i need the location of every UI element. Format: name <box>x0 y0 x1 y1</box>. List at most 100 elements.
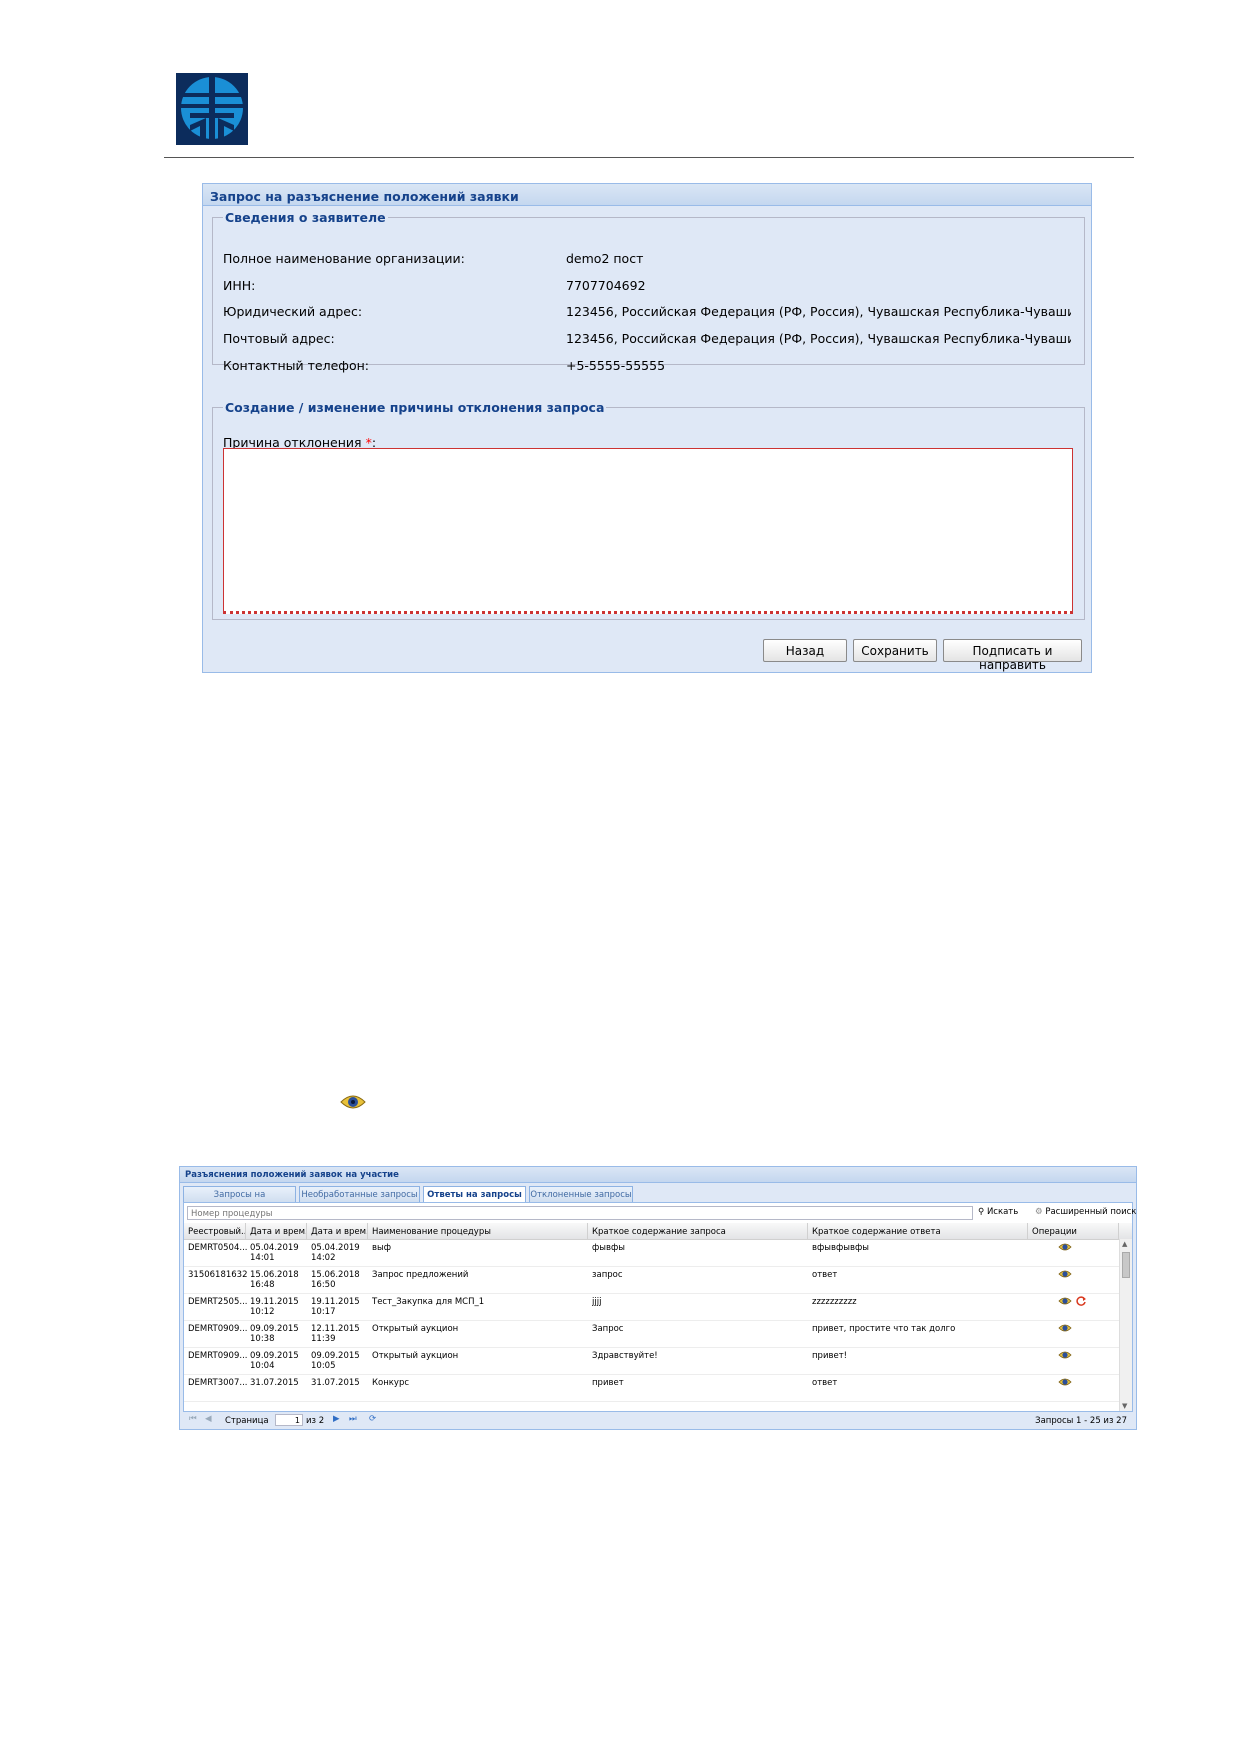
tab-clarification-requests[interactable]: Запросы на разъяснение <box>183 1186 296 1210</box>
grid-scrollbar[interactable]: ▲ ▼ <box>1119 1239 1132 1411</box>
table-cell-name: Открытый аукцион <box>372 1324 458 1334</box>
page-number-input[interactable] <box>275 1414 303 1426</box>
cell-text: zzzzzzzzzz <box>812 1297 857 1307</box>
cell-text: ответ <box>812 1270 838 1280</box>
table-cell-name: Открытый аукцион <box>372 1351 458 1361</box>
search-button[interactable]: ⚲ Искать <box>978 1207 1018 1217</box>
field-label: Юридический адрес: <box>223 304 363 319</box>
rejection-reason-textarea[interactable] <box>223 448 1073 614</box>
clarification-request-panel: Запрос на разъяснение положений заявки С… <box>202 183 1092 673</box>
advanced-search-label: Расширенный поиск <box>1045 1207 1137 1217</box>
table-row[interactable]: DEMRT0909... 09.09.2015 10:04 09.09.2015 10:… <box>184 1347 1119 1375</box>
table-cell-name: Тест_Закупка для МСП_1 <box>372 1297 484 1307</box>
cell-text: 09.09.2015 <box>311 1351 360 1361</box>
applicant-info-fieldset: Сведения о заявителе Полное наименование… <box>212 210 1085 373</box>
table-cell-d2: 31.07.2015 <box>311 1378 360 1388</box>
row-operations <box>1058 1242 1074 1255</box>
grid-column-headers: Реестровый... Дата и врем... Дата и врем… <box>184 1223 1132 1240</box>
table-cell-d2: 05.04.2019 14:02 <box>311 1243 360 1263</box>
eye-icon[interactable] <box>1058 1350 1072 1360</box>
row-operations <box>1058 1323 1074 1336</box>
cell-text: DEMRT0504... <box>188 1243 248 1253</box>
cell-time: 10:12 <box>250 1307 275 1317</box>
cell-text: jjjj <box>592 1297 602 1307</box>
table-cell-id: DEMRT2505... <box>188 1297 247 1307</box>
eye-icon[interactable] <box>1058 1323 1072 1333</box>
grid-body: ⚲ Искать ⚙ Расширенный поиск Реестровый.… <box>183 1202 1136 1412</box>
table-cell-d2: 12.11.2015 11:39 <box>311 1324 360 1344</box>
field-label: Полное наименование организации: <box>223 251 465 266</box>
table-row[interactable]: DEMRT0504... 05.04.2019 14:01 05.04.2019 14:… <box>184 1239 1119 1267</box>
table-cell-request: Здравствуйте! <box>592 1351 658 1361</box>
row-operations <box>1058 1296 1090 1309</box>
field-value: 7707704692 <box>566 278 646 293</box>
tab-request-answers[interactable]: Ответы на запросы <box>423 1186 526 1203</box>
tab-unprocessed-requests[interactable]: Необработанные запросы <box>299 1186 420 1202</box>
cell-time: 10:17 <box>311 1307 336 1317</box>
eye-icon[interactable] <box>1058 1377 1072 1387</box>
cell-text: ответ <box>812 1378 838 1388</box>
eye-icon[interactable] <box>1058 1242 1072 1252</box>
row-operations <box>1058 1350 1074 1363</box>
table-cell-d1: 05.04.2019 14:01 <box>250 1243 299 1263</box>
col-header-request-summary[interactable]: Краткое содержание запроса <box>588 1223 808 1239</box>
first-page-icon[interactable]: ⏮ <box>189 1414 197 1424</box>
applicant-info-legend: Сведения о заявителе <box>225 210 386 225</box>
eye-icon[interactable] <box>1058 1296 1072 1306</box>
refresh-icon[interactable] <box>1074 1296 1088 1306</box>
col-header-operations[interactable]: Операции <box>1028 1223 1119 1239</box>
table-cell-name: Запрос предложений <box>372 1270 468 1280</box>
table-cell-id: DEMRT0909... <box>188 1324 247 1334</box>
cell-text: DEMRT0909... <box>188 1351 248 1361</box>
binoculars-icon: ⚲ <box>978 1207 985 1217</box>
table-row[interactable]: DEMRT2505... 19.11.2015 10:12 19.11.2015 10:… <box>184 1293 1119 1321</box>
table-cell-answer: zzzzzzzzzz <box>812 1297 857 1307</box>
grid-pager: ⏮ ◀ Страница из 2 ▶ ⏭ ⟳ Запросы 1 - 25 и… <box>183 1414 1133 1428</box>
cell-text: 05.04.2019 <box>311 1243 360 1253</box>
table-cell-request: jjjj <box>592 1297 601 1307</box>
save-button[interactable]: Сохранить <box>853 639 937 662</box>
field-value: 123456, Российская Федерация (РФ, Россия… <box>566 304 1071 319</box>
field-value: demo2 пост <box>566 251 644 266</box>
prev-page-icon[interactable]: ◀ <box>205 1414 212 1424</box>
cell-time: 16:48 <box>250 1280 275 1290</box>
eye-icon <box>340 1095 366 1109</box>
tab-rejected-requests[interactable]: Отклоненные запросы <box>529 1186 633 1202</box>
col-header-answer-summary[interactable]: Краткое содержание ответа <box>808 1223 1028 1239</box>
cell-time: 10:04 <box>250 1361 275 1371</box>
procedure-number-search-input[interactable] <box>187 1206 973 1220</box>
refresh-icon[interactable]: ⟳ <box>369 1414 376 1424</box>
table-cell-d1: 19.11.2015 10:12 <box>250 1297 299 1317</box>
grid-title: Разъяснения положений заявок на участие <box>180 1167 1136 1183</box>
last-page-icon[interactable]: ⏭ <box>349 1414 357 1424</box>
row-operations <box>1058 1377 1074 1390</box>
table-cell-id: DEMRT3007... <box>188 1378 247 1388</box>
search-button-label: Искать <box>986 1207 1019 1217</box>
back-button[interactable]: Назад <box>763 639 847 662</box>
advanced-search-button[interactable]: ⚙ Расширенный поиск <box>1035 1207 1136 1217</box>
table-cell-request: Запрос <box>592 1324 624 1334</box>
scroll-up-icon[interactable]: ▲ <box>1122 1240 1127 1248</box>
col-header-date1[interactable]: Дата и врем... <box>246 1223 307 1239</box>
rejection-reason-legend: Создание / изменение причины отклонения … <box>225 400 605 415</box>
scroll-thumb[interactable] <box>1122 1252 1130 1278</box>
col-header-procedure-name[interactable]: Наименование процедуры <box>368 1223 588 1239</box>
cell-text: 19.11.2015 <box>250 1297 299 1307</box>
col-header-date2[interactable]: Дата и врем... <box>307 1223 368 1239</box>
field-value: 123456, Российская Федерация (РФ, Россия… <box>566 331 1071 346</box>
cell-time: 14:01 <box>250 1253 275 1263</box>
next-page-icon[interactable]: ▶ <box>333 1414 340 1424</box>
sign-and-send-button[interactable]: Подписать и направить <box>943 639 1082 672</box>
eye-icon[interactable] <box>1058 1269 1072 1279</box>
col-header-registry[interactable]: Реестровый... <box>184 1223 246 1239</box>
cell-text: 31.07.2015 <box>311 1378 360 1388</box>
table-cell-request: запрос <box>592 1270 623 1280</box>
scroll-down-icon[interactable]: ▼ <box>1122 1402 1127 1410</box>
page-label: Страница <box>225 1416 269 1426</box>
table-cell-answer: ответ <box>812 1270 837 1280</box>
cell-text: Открытый аукцион <box>372 1351 459 1361</box>
table-row[interactable]: DEMRT0909... 09.09.2015 10:38 12.11.2015 11:… <box>184 1320 1119 1348</box>
table-cell-request: фывфы <box>592 1243 625 1253</box>
table-row[interactable]: 31506181632 15.06.2018 16:48 15.06.2018 16:5… <box>184 1266 1119 1294</box>
table-row[interactable]: DEMRT3007... 31.07.2015 31.07.2015 Конкурс п… <box>184 1374 1119 1402</box>
